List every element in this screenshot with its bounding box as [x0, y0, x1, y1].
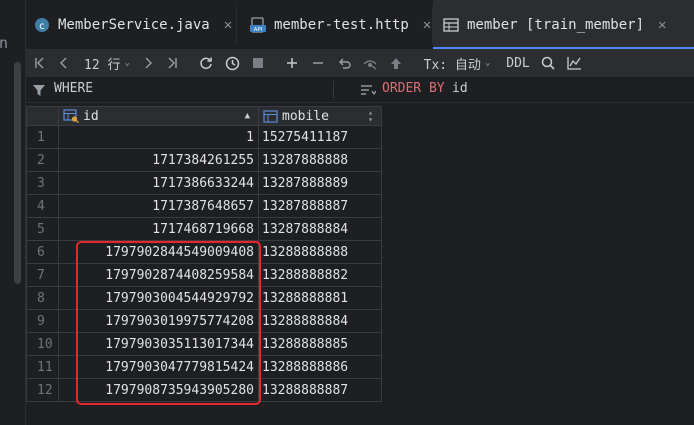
- column-header-id[interactable]: id ▲: [58, 106, 259, 126]
- tab-label: member-test.http: [274, 16, 409, 33]
- tab-separator: [236, 6, 237, 44]
- tab-label: member [train_member]: [467, 16, 645, 33]
- row-number: 11: [26, 356, 59, 379]
- row-number: 5: [26, 218, 59, 241]
- filter-bar: WHERE ORDER BY id: [26, 77, 694, 103]
- delete-row-icon[interactable]: [308, 49, 328, 77]
- row-number: 7: [26, 264, 59, 287]
- row-number: 4: [26, 195, 59, 218]
- row-number: 12: [26, 379, 59, 402]
- mobile-cell[interactable]: 13288888886: [258, 356, 382, 379]
- mobile-cell[interactable]: 15275411187: [258, 126, 382, 149]
- sort-toggle-icon[interactable]: ▴ ▾: [368, 109, 373, 124]
- row-number: 10: [26, 333, 59, 356]
- mobile-cell[interactable]: 13288888881: [258, 287, 382, 310]
- history-icon[interactable]: [222, 49, 242, 77]
- mobile-cell[interactable]: 13288888884: [258, 310, 382, 333]
- filter-icon: [32, 82, 46, 101]
- tab-member-table[interactable]: member [train_member] ✕: [433, 0, 694, 49]
- svg-text:c: c: [39, 21, 45, 32]
- mobile-cell[interactable]: 13288888885: [258, 333, 382, 356]
- primary-key-column-icon: [63, 109, 79, 123]
- row-number: 9: [26, 310, 59, 333]
- refresh-icon[interactable]: [196, 49, 216, 77]
- java-class-icon: c: [34, 17, 50, 33]
- stop-icon[interactable]: [248, 49, 268, 77]
- transaction-mode-dropdown[interactable]: Tx: 自动 ⌄: [422, 49, 492, 77]
- column-icon: [263, 109, 278, 123]
- row-number: 8: [26, 287, 59, 310]
- order-by-keyword[interactable]: ORDER BY: [382, 81, 445, 96]
- id-cell[interactable]: 1717468719668: [58, 218, 259, 241]
- last-page-icon[interactable]: [162, 49, 182, 77]
- mobile-cell[interactable]: 13287888887: [258, 195, 382, 218]
- id-cell[interactable]: 1: [58, 126, 259, 149]
- left-gutter: n: [0, 0, 26, 425]
- add-row-icon[interactable]: [282, 49, 302, 77]
- chevron-down-icon: ⌄: [124, 58, 130, 68]
- row-number: 1: [26, 126, 59, 149]
- data-toolbar: 12 行 ⌄ Tx: 自动 ⌄ DDL: [26, 49, 694, 77]
- chevron-down-icon: ⌄: [484, 58, 491, 68]
- row-number: 6: [26, 241, 59, 264]
- mobile-cell[interactable]: 13288888882: [258, 264, 382, 287]
- close-icon[interactable]: ✕: [658, 17, 666, 33]
- close-icon[interactable]: ✕: [224, 17, 232, 33]
- column-header-label: id: [83, 108, 99, 124]
- mobile-cell[interactable]: 13288888888: [258, 241, 382, 264]
- sort-ascending-icon[interactable]: ▲: [245, 111, 250, 121]
- ddl-button[interactable]: DDL: [504, 49, 532, 77]
- previous-page-icon[interactable]: [54, 49, 74, 77]
- mobile-cell[interactable]: 13287888889: [258, 172, 382, 195]
- sort-icon: [360, 82, 377, 101]
- id-cell[interactable]: 1717386633244: [58, 172, 259, 195]
- mobile-cell[interactable]: 13287888888: [258, 149, 382, 172]
- close-icon[interactable]: ✕: [423, 17, 431, 33]
- chart-icon[interactable]: [564, 49, 584, 77]
- row-number: 3: [26, 172, 59, 195]
- next-page-icon[interactable]: [138, 49, 158, 77]
- tab-member-test-http[interactable]: API member-test.http ✕: [250, 0, 431, 49]
- editor-tabs: c MemberService.java ✕ API member-test.h…: [26, 0, 694, 50]
- vertical-scrollbar[interactable]: [14, 62, 21, 284]
- gutter-letter: n: [0, 34, 9, 52]
- column-header-mobile[interactable]: mobile ▴ ▾: [258, 106, 382, 126]
- column-header-label: mobile: [282, 108, 329, 124]
- table-icon: [443, 17, 459, 33]
- row-number-header: [26, 106, 59, 126]
- ddl-label: DDL: [506, 55, 530, 71]
- where-filter-input[interactable]: WHERE: [54, 81, 93, 96]
- divider: [333, 81, 334, 98]
- revert-icon[interactable]: [334, 49, 354, 77]
- rows-count-dropdown[interactable]: 12 行 ⌄: [82, 49, 132, 77]
- row-number: 2: [26, 149, 59, 172]
- search-icon[interactable]: [538, 49, 558, 77]
- http-api-icon: API: [250, 16, 266, 33]
- preview-changes-icon[interactable]: [360, 49, 380, 77]
- first-page-icon[interactable]: [30, 49, 50, 77]
- tab-label: MemberService.java: [58, 16, 210, 33]
- mobile-cell[interactable]: 13287888884: [258, 218, 382, 241]
- id-cell[interactable]: 1717384261255: [58, 149, 259, 172]
- svg-text:API: API: [254, 27, 263, 33]
- tab-member-service[interactable]: c MemberService.java ✕: [34, 0, 232, 49]
- rows-count-label: 12 行: [84, 57, 121, 73]
- order-by-input[interactable]: id: [452, 81, 468, 96]
- submit-icon[interactable]: [386, 49, 406, 77]
- mobile-cell[interactable]: 13288888887: [258, 379, 382, 402]
- tx-label: Tx: 自动: [423, 57, 481, 73]
- highlight-box: [76, 241, 261, 405]
- id-cell[interactable]: 1717387648657: [58, 195, 259, 218]
